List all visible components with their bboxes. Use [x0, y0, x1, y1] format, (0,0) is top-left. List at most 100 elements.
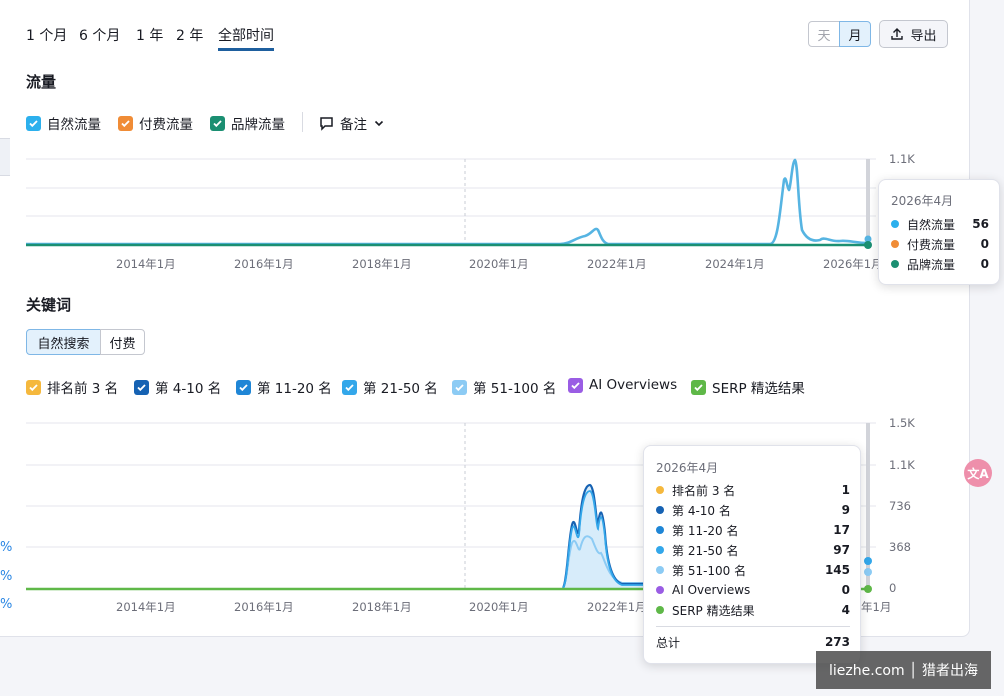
y-tick-label: 1.1K	[889, 152, 915, 166]
tooltip-row: SERP 精选结果 4	[656, 602, 850, 618]
x-tick-label: 2016年1月	[234, 600, 294, 614]
tooltip-row-label: SERP 精选结果	[672, 603, 755, 618]
checkbox-icon	[236, 379, 251, 395]
day-toggle-label: 天	[817, 28, 831, 44]
tooltip-date: 2026年4月	[656, 461, 719, 475]
tooltip-total-value: 273	[824, 635, 850, 649]
legend-paid-traffic[interactable]: 付费流量	[118, 113, 193, 133]
legend-21-50[interactable]: 第 21-50 名	[342, 377, 438, 397]
tooltip-row-value: 9	[841, 503, 850, 517]
checkbox-icon	[134, 379, 149, 395]
x-tick-label: 2016年1月	[234, 257, 294, 271]
period-tab-1y[interactable]: 1 年	[136, 25, 163, 45]
tooltip-row-label: 付费流量	[907, 237, 956, 252]
legend-top3[interactable]: 排名前 3 名	[26, 377, 118, 397]
notes-label: 备注	[340, 117, 367, 133]
series-dot	[656, 586, 664, 594]
left-edge-fragment: %	[0, 569, 13, 584]
organic-search-tab[interactable]: 自然搜索	[26, 329, 101, 355]
x-tick-label: 2014年1月	[116, 600, 176, 614]
tab-label: 付费	[109, 336, 136, 352]
tooltip-row-label: 第 4-10 名	[672, 503, 731, 518]
tooltip-row-label: 自然流量	[907, 217, 956, 232]
tooltip-row-value: 17	[833, 523, 850, 537]
checkbox-icon	[342, 379, 357, 395]
legend-4-10[interactable]: 第 4-10 名	[134, 377, 221, 397]
tooltip-row: 第 21-50 名 97	[656, 542, 850, 558]
tooltip-row-value: 0	[980, 237, 989, 251]
tooltip-date: 2026年4月	[891, 194, 954, 208]
checkbox-icon	[26, 379, 41, 395]
x-tick-label: 年1月	[861, 600, 892, 614]
legend-label: 第 51-100 名	[473, 381, 557, 397]
series-dot	[656, 506, 664, 514]
checkbox-icon	[118, 115, 133, 131]
tooltip-row-label: 品牌流量	[907, 257, 956, 272]
series-dot	[891, 220, 899, 228]
left-edge-fragment: %	[0, 540, 13, 555]
day-toggle-button[interactable]: 天	[808, 21, 840, 47]
tooltip-row: AI Overviews 0	[656, 582, 850, 598]
legend-label: 排名前 3 名	[47, 381, 119, 397]
legend-11-20[interactable]: 第 11-20 名	[236, 377, 332, 397]
tooltip-divider	[656, 626, 850, 627]
tab-label: 自然搜索	[37, 336, 90, 352]
legend-label: 第 4-10 名	[155, 381, 222, 397]
legend-serp-features[interactable]: SERP 精选结果	[691, 377, 805, 397]
legend-51-100[interactable]: 第 51-100 名	[452, 377, 556, 397]
watermark-text: liezhe.com │ 猎者出海	[829, 663, 978, 679]
period-tab-2y[interactable]: 2 年	[176, 25, 203, 45]
checkbox-icon	[691, 379, 706, 395]
export-button[interactable]: 导出	[879, 20, 948, 48]
y-tick-label: 736	[889, 499, 911, 513]
tooltip-row-label: 第 51-100 名	[672, 563, 747, 578]
tooltip-row-value: 1	[841, 483, 850, 497]
period-tab-all[interactable]: 全部时间	[218, 25, 274, 51]
month-toggle-button[interactable]: 月	[839, 21, 871, 47]
tooltip-row-label: 第 11-20 名	[672, 523, 739, 538]
legend-label: 自然流量	[47, 117, 101, 133]
series-dot	[891, 240, 899, 248]
left-edge-fragment: %	[0, 597, 13, 612]
watermark: liezhe.com │ 猎者出海	[816, 651, 991, 689]
tooltip-row: 付费流量 0	[891, 236, 989, 252]
legend-organic-traffic[interactable]: 自然流量	[26, 113, 101, 133]
chevron-down-icon	[374, 120, 384, 127]
series-dot	[891, 260, 899, 268]
tooltip-row-value: 0	[841, 583, 850, 597]
tooltip-row: 第 11-20 名 17	[656, 522, 850, 538]
traffic-tooltip: 2026年4月 自然流量 56 付费流量 0 品牌流量 0	[878, 179, 1000, 285]
checkbox-icon	[210, 115, 225, 131]
tooltip-row-label: 排名前 3 名	[672, 483, 736, 498]
tooltip-row-value: 97	[833, 543, 850, 557]
comment-icon	[320, 116, 333, 131]
checkbox-icon	[26, 115, 41, 131]
x-tick-label: 2026年1月	[823, 257, 883, 271]
tooltip-row-label: AI Overviews	[672, 583, 751, 597]
x-tick-label: 2020年1月	[469, 257, 529, 271]
translate-button[interactable]: 文A	[964, 459, 992, 487]
tooltip-row: 第 4-10 名 9	[656, 502, 850, 518]
tooltip-row: 品牌流量 0	[891, 256, 989, 272]
period-tab-1m[interactable]: 1 个月	[26, 25, 67, 45]
y-tick-label: 1.5K	[889, 416, 915, 430]
x-tick-label: 2024年1月	[705, 257, 765, 271]
traffic-chart	[26, 158, 876, 249]
tooltip-row-value: 56	[972, 217, 989, 231]
notes-dropdown[interactable]: 备注	[319, 113, 385, 133]
legend-label: SERP 精选结果	[712, 381, 805, 397]
legend-brand-traffic[interactable]: 品牌流量	[210, 113, 285, 133]
tooltip-row: 第 51-100 名 145	[656, 562, 850, 578]
tooltip-row-value: 145	[824, 563, 850, 577]
legend-label: AI Overviews	[589, 377, 678, 393]
tooltip-row-value: 0	[980, 257, 989, 271]
paid-search-tab[interactable]: 付费	[100, 329, 145, 355]
period-tab-6m[interactable]: 6 个月	[79, 25, 120, 45]
x-tick-label: 2022年1月	[587, 600, 647, 614]
x-tick-label: 2018年1月	[352, 600, 412, 614]
legend-ai-overviews[interactable]: AI Overviews	[568, 377, 677, 393]
series-dot	[656, 566, 664, 574]
legend-label: 付费流量	[139, 117, 193, 133]
keywords-tooltip: 2026年4月 排名前 3 名 1 第 4-10 名 9 第 11-20 名 17 第…	[643, 445, 861, 664]
y-tick-label: 368	[889, 540, 911, 554]
